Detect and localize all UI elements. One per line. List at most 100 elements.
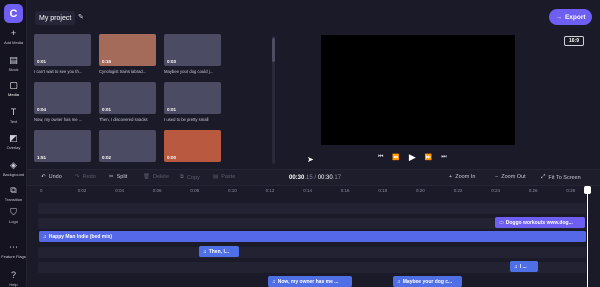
media-duration: 0:01 xyxy=(37,59,47,64)
media-thumbnail[interactable]: 0:01 xyxy=(164,82,221,114)
media-thumbnail[interactable]: 0:01 xyxy=(99,82,156,114)
video-editor: C + Add Media ▤ Stock ▢ Media T Text ◩ Overlay ◈ Ba… xyxy=(0,0,600,287)
ruler-tick: 0:14 xyxy=(303,188,312,193)
skip-forward-icon[interactable]: ⏭ xyxy=(441,154,446,161)
media-caption: Then, I discovered snacks xyxy=(99,117,148,122)
clip-maybee[interactable]: ♫ Maybee your dog c... xyxy=(393,276,462,287)
rail-item-add-media[interactable]: + Add Media xyxy=(0,28,27,45)
rail-item-feature-flags[interactable]: ⋯ Feature Flags xyxy=(0,242,27,259)
ruler-tick: 0:06 xyxy=(152,188,162,193)
ruler-tick: 0:18 xyxy=(378,188,388,193)
media-tile[interactable]: 0:01 I used to be pretty small xyxy=(164,82,221,122)
rail-item-help[interactable]: ? Help xyxy=(0,270,27,287)
rail-item-overlay[interactable]: ◩ Overlay xyxy=(0,133,27,150)
copy-button[interactable]: ⧉ Copy xyxy=(180,174,200,181)
logo-icon: ⛉ xyxy=(10,207,17,217)
media-thumbnail[interactable]: 0:03 xyxy=(164,34,221,66)
track-lane[interactable] xyxy=(38,262,586,273)
arrow-right-icon: → xyxy=(555,13,562,21)
rail-item-label: Add Media xyxy=(3,40,24,45)
rail-item-stock[interactable]: ▤ Stock xyxy=(0,55,27,72)
video-preview[interactable] xyxy=(321,35,515,145)
track-lane[interactable] xyxy=(38,203,586,214)
feature-flags-icon: ⋯ xyxy=(9,242,18,252)
scissors-icon: ✂ xyxy=(109,174,114,180)
ruler-tick: 0:02 xyxy=(77,188,87,193)
text-icon: T xyxy=(10,107,17,117)
paste-button[interactable]: ▤ Paste xyxy=(213,174,235,180)
clip-then[interactable]: ♫ Then, I... xyxy=(199,246,239,257)
mouse-cursor-icon: ➤ xyxy=(307,155,314,164)
rail-item-logo[interactable]: ⛉ Logo xyxy=(0,207,27,224)
export-label: Export xyxy=(564,13,586,21)
redo-button[interactable]: ↷ Redo xyxy=(75,174,96,180)
playback-controls: ⏮ ⏪ ▶ ⏩ ⏭ xyxy=(378,152,447,163)
export-button[interactable]: → Export xyxy=(549,9,592,25)
media-tile[interactable]: 0:04 Now, my owner has me ... xyxy=(34,82,91,122)
undo-icon: ↶ xyxy=(41,174,46,180)
media-thumbnail[interactable]: 1:51 xyxy=(34,130,91,162)
rail-item-transition[interactable]: ⧉ Transition xyxy=(0,185,27,202)
rail-item-label: Text xyxy=(9,119,18,124)
timeline-ruler[interactable]: 0 0:02 0:04 0:06 0:08 0:10 0:12 0:14 0:16 0:18 0:2… xyxy=(27,186,600,198)
media-duration: 0:01 xyxy=(167,107,177,112)
media-tile[interactable]: 0:15 Cynologist trains labrad... xyxy=(99,34,156,74)
zoom-out-button[interactable]: − Zoom Out xyxy=(495,174,526,180)
rewind-icon[interactable]: ⏪ xyxy=(392,154,399,161)
text-icon: ▭ xyxy=(499,219,504,226)
media-thumbnail[interactable]: 0:15 xyxy=(99,34,156,66)
rail-item-label: Media xyxy=(8,92,19,97)
left-rail: C + Add Media ▤ Stock ▢ Media T Text ◩ Overlay ◈ Ba… xyxy=(0,0,27,287)
rail-item-background[interactable]: ◈ Background xyxy=(0,160,27,177)
edit-title-icon[interactable]: ✎ xyxy=(78,13,84,21)
ruler-tick: 0:08 xyxy=(190,188,200,193)
media-tile[interactable]: 0:02 xyxy=(99,130,156,164)
delete-button[interactable]: 🗑 Delete xyxy=(143,174,169,180)
media-caption: I can't wait to see you th... xyxy=(34,69,83,74)
media-tile[interactable]: 0:00 xyxy=(164,130,221,164)
track-lane[interactable] xyxy=(38,247,586,258)
fit-to-screen-button[interactable]: ⤢ Fit To Screen xyxy=(541,174,581,181)
media-tile[interactable]: 0:01 Then, I discovered snacks xyxy=(99,82,156,122)
media-thumbnail[interactable]: 0:00 xyxy=(164,130,221,162)
music-note-icon: ♫ xyxy=(43,233,47,240)
trash-icon: 🗑 xyxy=(143,174,150,180)
media-tile[interactable]: 0:01 I can't wait to see you th... xyxy=(34,34,91,74)
play-icon[interactable]: ▶ xyxy=(409,152,416,163)
ruler-tick: 0:22 xyxy=(453,188,463,193)
rail-item-label: Overlay xyxy=(6,145,21,150)
playhead[interactable] xyxy=(587,186,588,287)
media-tile[interactable]: 1:51 xyxy=(34,130,91,164)
media-scrollbar-thumb[interactable] xyxy=(272,38,275,62)
music-note-icon: ♫ xyxy=(272,278,276,285)
music-note-icon: ♫ xyxy=(203,248,207,255)
help-icon: ? xyxy=(10,270,16,280)
media-thumbnail[interactable]: 0:01 xyxy=(34,34,91,66)
transition-icon: ⧉ xyxy=(10,185,17,195)
media-tile[interactable]: 0:03 Maybee your dog could j... xyxy=(164,34,221,74)
rail-item-text[interactable]: T Text xyxy=(0,107,27,124)
media-library: 0:01 I can't wait to see you th... 0:15 Cyn… xyxy=(34,34,270,164)
text-clip-doggo[interactable]: ▭ Doggo workouts www.dog... xyxy=(495,217,585,228)
app-logo[interactable]: C xyxy=(4,4,23,23)
media-caption: I used to be pretty small xyxy=(164,117,209,122)
fast-forward-icon[interactable]: ⏩ xyxy=(425,154,432,161)
skip-back-icon[interactable]: ⏮ xyxy=(378,154,383,161)
clip-i[interactable]: ♫ I ... xyxy=(510,261,538,272)
zoom-in-button[interactable]: + Zoom In xyxy=(449,174,475,180)
media-thumbnail[interactable]: 0:02 xyxy=(99,130,156,162)
aspect-ratio-button[interactable]: 16:9 xyxy=(564,36,584,46)
split-button[interactable]: ✂ Split xyxy=(109,174,127,180)
minus-icon: − xyxy=(495,174,499,180)
ruler-tick: 0:10 xyxy=(228,188,237,193)
audio-clip[interactable]: ♫ Happy Man Indie (bed mix) xyxy=(39,231,586,242)
undo-button[interactable]: ↶ Undo xyxy=(41,174,62,180)
project-title[interactable]: My project xyxy=(35,11,75,25)
rail-item-label: Background xyxy=(2,172,25,177)
rail-item-media[interactable]: ▢ Media xyxy=(0,80,27,97)
media-thumbnail[interactable]: 0:04 xyxy=(34,82,91,114)
ruler-tick: 0:12 xyxy=(265,188,275,193)
playhead-handle[interactable] xyxy=(584,186,591,194)
clip-now[interactable]: ♫ Now, my owner has me ... xyxy=(268,276,352,287)
media-duration: 0:00 xyxy=(167,155,177,160)
